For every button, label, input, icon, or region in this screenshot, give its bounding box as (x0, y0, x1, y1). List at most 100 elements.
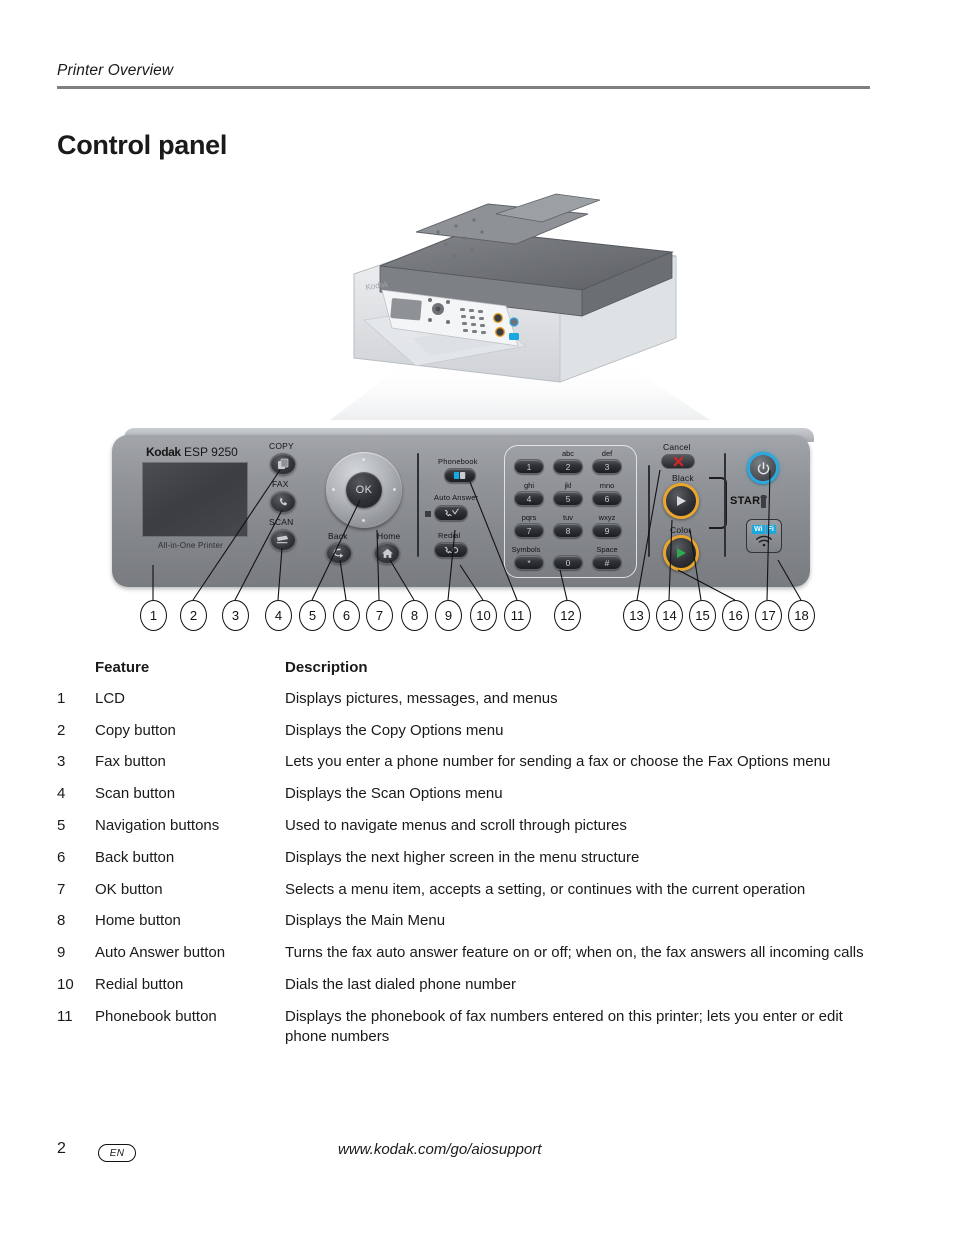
table-row: 11 Phonebook button Displays the phonebo… (57, 1007, 877, 1047)
row-feature: Redial button (95, 975, 184, 993)
status-led-icon (761, 495, 766, 508)
key-3[interactable]: 3 (592, 459, 622, 474)
key-2[interactable]: 2 (553, 459, 583, 474)
wifi-badge-fi: Fi (765, 525, 776, 534)
wifi-badge-wi: Wi (752, 525, 765, 534)
row-feature: LCD (95, 689, 126, 707)
key-letters-2: abc (561, 449, 575, 458)
key-letters-4: ghi (523, 481, 534, 490)
callout-6: 6 (333, 600, 360, 631)
row-feature: Fax button (95, 753, 166, 771)
row-feature: Navigation buttons (95, 816, 220, 834)
callout-9: 9 (435, 600, 462, 631)
row-num: 4 (57, 785, 66, 803)
home-button[interactable] (374, 542, 400, 564)
header-rule (57, 86, 870, 89)
black-label: Black (672, 473, 694, 483)
row-num: 9 (57, 944, 66, 962)
key-6[interactable]: 6 (592, 491, 622, 506)
brand-model: ESP 9250 (184, 445, 238, 459)
table-row: 4 Scan button Displays the Scan Options … (57, 784, 877, 804)
copy-label: COPY (269, 441, 294, 451)
control-panel-figure: Kodak Kodak ESP 9250 All-in-One Printer … (0, 170, 954, 645)
wifi-badge: Wi Fi (752, 525, 776, 534)
printer-illustration: Kodak (320, 170, 710, 420)
callout-14: 14 (656, 600, 683, 631)
callout-8: 8 (401, 600, 428, 631)
dial-up-icon[interactable] (362, 458, 365, 461)
row-feature: Auto Answer button (95, 944, 226, 962)
callout-3: 3 (222, 600, 249, 631)
dial-right-icon[interactable] (393, 488, 396, 491)
key-hash[interactable]: # (592, 555, 622, 570)
header-description: Description (285, 659, 368, 676)
table-row: 6 Back button Displays the next higher s… (57, 848, 877, 868)
key-letters-7: pqrs (521, 513, 537, 522)
table-row: 10 Redial button Dials the last dialed p… (57, 975, 877, 995)
table-row: 7 OK button Selects a menu item, accepts… (57, 880, 877, 900)
support-url: www.kodak.com/go/aiosupport (338, 1141, 542, 1158)
table-header-row: Feature Description (57, 658, 877, 678)
row-description: Lets you enter a phone number for sendin… (285, 753, 831, 771)
panel-brand: Kodak ESP 9250 (146, 445, 238, 459)
auto-answer-button[interactable] (434, 505, 468, 521)
redial-button[interactable] (434, 542, 468, 558)
row-feature: Copy button (95, 721, 176, 739)
copy-button[interactable] (270, 453, 296, 475)
row-description: Displays the next higher screen in the m… (285, 848, 640, 866)
start-color-button[interactable] (663, 535, 699, 571)
key-letters-star: Symbols (511, 545, 541, 554)
redial-label: Redial (438, 531, 461, 540)
callout-13: 13 (623, 600, 650, 631)
row-feature: OK button (95, 880, 163, 898)
key-0[interactable]: 0 (553, 555, 583, 570)
navigation-buttons[interactable]: OK (326, 452, 402, 528)
row-feature: Home button (95, 912, 181, 930)
row-description: Dials the last dialed phone number (285, 975, 516, 993)
key-9[interactable]: 9 (592, 523, 622, 538)
row-num: 2 (57, 721, 66, 739)
back-label: Back (328, 531, 348, 541)
key-5[interactable]: 5 (553, 491, 583, 506)
table-row: 3 Fax button Lets you enter a phone numb… (57, 752, 877, 772)
power-button[interactable] (747, 452, 779, 484)
row-description: Displays the Main Menu (285, 912, 446, 930)
back-button[interactable] (326, 542, 352, 564)
start-black-button[interactable] (663, 483, 699, 519)
scan-button[interactable] (270, 529, 296, 551)
key-7[interactable]: 7 (514, 523, 544, 538)
key-1[interactable]: 1 (514, 459, 544, 474)
dial-left-icon[interactable] (332, 488, 335, 491)
language-badge: EN (98, 1144, 136, 1162)
key-4[interactable]: 4 (514, 491, 544, 506)
key-star[interactable]: * (514, 555, 544, 570)
phonebook-button[interactable] (444, 468, 476, 483)
callout-17: 17 (755, 600, 782, 631)
panel-divider-middle (648, 465, 650, 557)
auto-answer-led-icon (425, 511, 431, 517)
row-num: 10 (57, 975, 74, 993)
callout-15: 15 (689, 600, 716, 631)
row-description: Displays the phonebook of fax numbers en… (285, 1007, 843, 1045)
row-description: Displays the Scan Options menu (285, 785, 503, 803)
row-num: 8 (57, 912, 66, 930)
callout-12: 12 (554, 600, 581, 631)
table-row: 2 Copy button Displays the Copy Options … (57, 721, 877, 741)
panel-divider-left (417, 453, 419, 557)
wifi-waves-icon (756, 535, 772, 547)
row-num: 1 (57, 689, 66, 707)
row-feature: Scan button (95, 785, 176, 803)
fax-button[interactable] (270, 491, 296, 513)
cancel-button[interactable] (661, 454, 695, 469)
ok-button[interactable]: OK (346, 472, 382, 508)
callout-1: 1 (140, 600, 167, 631)
wifi-button[interactable]: Wi Fi (746, 519, 782, 553)
key-8[interactable]: 8 (553, 523, 583, 538)
page-footer: 2 EN www.kodak.com/go/aiosupport (0, 1140, 954, 1180)
key-letters-9: wxyz (598, 513, 616, 522)
dial-down-icon[interactable] (362, 519, 365, 522)
page-title: Control panel (57, 130, 228, 161)
key-letters-6: mno (599, 481, 615, 490)
running-head: Printer Overview (57, 62, 174, 79)
row-feature: Back button (95, 848, 175, 866)
